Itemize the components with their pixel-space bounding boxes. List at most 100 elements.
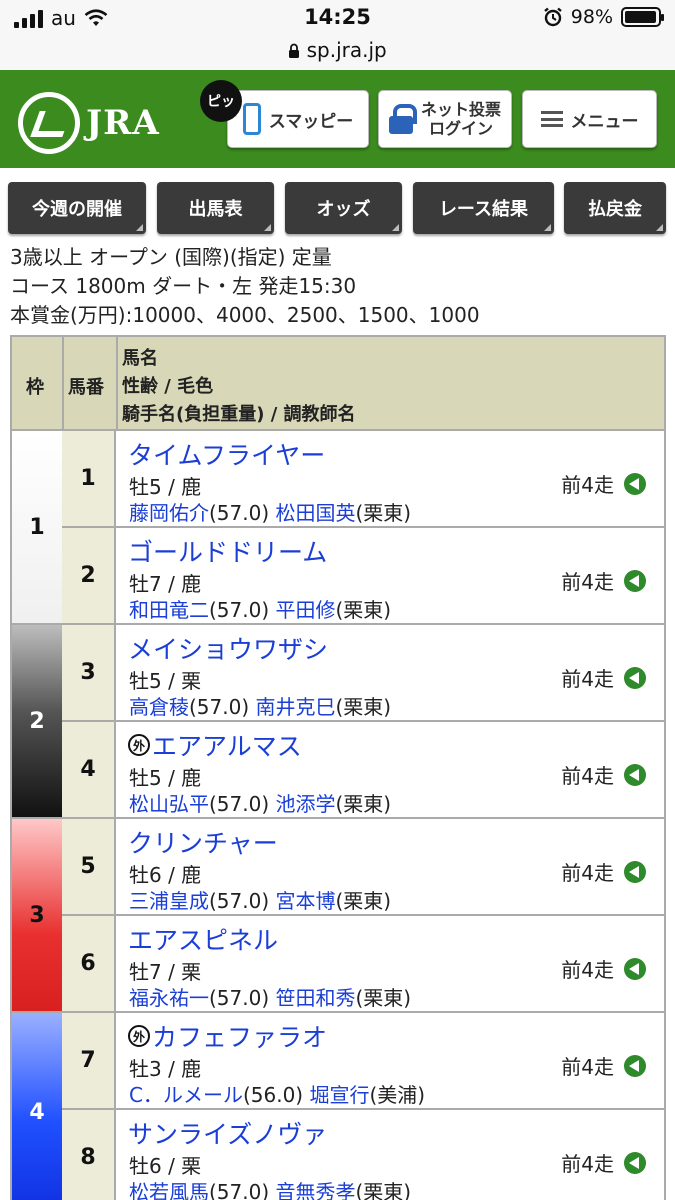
previous-races-button[interactable]: 前4走: [561, 1148, 646, 1177]
trainer-link[interactable]: 池添学: [276, 792, 336, 816]
horse-number: 8: [62, 1110, 116, 1200]
trainer-stable: (美浦): [369, 1083, 426, 1107]
previous-races-label: 前4走: [561, 473, 614, 497]
horse-number: 7: [62, 1013, 116, 1108]
jockey-trainer: 三浦皇成(57.0) 宮本博(栗東): [129, 885, 391, 914]
nav-payouts[interactable]: 払戻金: [564, 182, 666, 234]
frame-cell-3: 3: [10, 819, 64, 1013]
header-number: 馬番: [68, 377, 104, 398]
jockey-trainer: C．ルメール(56.0) 堀宣行(美浦): [129, 1079, 425, 1108]
login-label-line2: ログイン: [428, 119, 493, 138]
jockey-trainer: 福永祐一(57.0) 笹田和秀(栗東): [129, 982, 411, 1011]
arrow-left-circle-icon: [624, 1151, 646, 1174]
jra-logo[interactable]: JRA: [18, 92, 160, 154]
horse-name-link[interactable]: 外エアアルマス: [128, 727, 302, 763]
horse-name: サンライズノヴァ: [128, 1120, 328, 1149]
site-header: JRA ピッ スマッピー ネット投票 ログイン メニュー: [0, 70, 675, 168]
jockey-link[interactable]: 松若風馬: [129, 1180, 209, 1200]
trainer-stable: (栗東): [355, 986, 412, 1010]
jockey-link[interactable]: 和田竜二: [129, 598, 209, 622]
alarm-icon: [543, 7, 562, 27]
horse-name-link[interactable]: サンライズノヴァ: [128, 1115, 327, 1151]
trainer-link[interactable]: 笹田和秀: [276, 986, 356, 1010]
horse-name-link[interactable]: ゴールドドリーム: [128, 533, 327, 569]
horse-name: ゴールドドリーム: [128, 538, 328, 567]
jockey-link[interactable]: 三浦皇成: [129, 889, 209, 913]
previous-races-label: 前4走: [561, 570, 614, 594]
previous-races-button[interactable]: 前4走: [561, 1051, 646, 1080]
table-row: 2 ゴールドドリーム 牡7 / 鹿 和田竜二(57.0) 平田修(栗東) 前4走: [62, 528, 666, 625]
lock-icon: [289, 43, 300, 58]
previous-races-button[interactable]: 前4走: [561, 760, 646, 789]
jockey-weight: (57.0): [189, 695, 250, 719]
previous-races-button[interactable]: 前4走: [561, 663, 646, 692]
horse-number: 6: [62, 916, 116, 1011]
menu-label: メニュー: [570, 111, 639, 132]
menu-button[interactable]: メニュー: [522, 90, 657, 148]
jockey-link[interactable]: 藤岡佑介: [129, 501, 209, 525]
table-row: 7 外カフェファラオ 牡3 / 鹿 C．ルメール(56.0) 堀宣行(美浦) 前…: [62, 1013, 666, 1110]
sex-age-color: 牡7 / 栗: [129, 960, 202, 984]
arrow-left-circle-icon: [624, 472, 646, 495]
padlock-icon: [388, 104, 417, 134]
net-login-button[interactable]: ネット投票 ログイン: [378, 90, 512, 148]
sex-age-color: 牡6 / 栗: [129, 1154, 202, 1178]
arrow-left-circle-icon: [624, 569, 646, 592]
address-bar[interactable]: sp.jra.jp: [0, 38, 675, 62]
horse-name-link[interactable]: メイショウワザシ: [128, 630, 328, 666]
previous-races-button[interactable]: 前4走: [561, 954, 646, 983]
trainer-stable: (栗東): [335, 792, 392, 816]
jockey-link[interactable]: 松山弘平: [129, 792, 209, 816]
hamburger-icon: [540, 111, 563, 127]
table-row: 5 クリンチャー 牡6 / 鹿 三浦皇成(57.0) 宮本博(栗東) 前4走: [62, 819, 666, 916]
trainer-link[interactable]: 松田国英: [276, 501, 356, 525]
login-label-line1: ネット投票: [420, 99, 501, 119]
previous-races-label: 前4走: [561, 958, 614, 982]
jockey-trainer: 松山弘平(57.0) 池添学(栗東): [129, 788, 391, 817]
previous-races-label: 前4走: [561, 1152, 614, 1176]
nav-entries[interactable]: 出馬表: [157, 182, 274, 234]
nav-odds[interactable]: オッズ: [285, 182, 402, 234]
previous-races-button[interactable]: 前4走: [561, 469, 646, 498]
jockey-link[interactable]: 高倉稜: [129, 695, 189, 719]
sex-age-color: 牡5 / 栗: [129, 669, 202, 693]
jockey-weight: (57.0): [209, 501, 270, 525]
table-header: 枠 馬番 馬名 性齢 / 毛色 騎手名(負担重量) / 調教師名: [10, 335, 666, 431]
table-row: 6 エアスピネル 牡7 / 栗 福永祐一(57.0) 笹田和秀(栗東) 前4走: [62, 916, 666, 1013]
previous-races-button[interactable]: 前4走: [561, 566, 646, 595]
horse-name-link[interactable]: エアスピネル: [128, 921, 278, 957]
jockey-trainer: 和田竜二(57.0) 平田修(栗東): [129, 594, 391, 623]
horse-name-link[interactable]: 外カフェファラオ: [128, 1018, 327, 1054]
jockey-weight: (56.0): [242, 1083, 304, 1107]
jockey-weight: (57.0): [209, 792, 270, 816]
trainer-link[interactable]: 堀宣行: [309, 1083, 369, 1107]
previous-races-label: 前4走: [561, 764, 614, 788]
horse-name: カフェファラオ: [152, 1023, 328, 1052]
horse-number: 3: [62, 625, 116, 720]
trainer-link[interactable]: 音無秀孝: [276, 1180, 356, 1200]
arrow-left-circle-icon: [624, 957, 646, 980]
trainer-link[interactable]: 平田修: [276, 598, 336, 622]
nav-this-week[interactable]: 今週の開催: [8, 182, 146, 234]
nav-results[interactable]: レース結果: [413, 182, 554, 234]
previous-races-label: 前4走: [561, 1055, 614, 1079]
horse-name-link[interactable]: タイムフライヤー: [128, 436, 325, 472]
trainer-link[interactable]: 南井克巳: [256, 695, 336, 719]
jockey-link[interactable]: C．ルメール: [129, 1083, 243, 1107]
smappy-button[interactable]: スマッピー: [227, 90, 369, 148]
horse-name-link[interactable]: クリンチャー: [128, 824, 278, 860]
horse-name: エアスピネル: [128, 926, 279, 955]
frame-cell-1: 1: [10, 431, 64, 625]
sex-age-color: 牡7 / 鹿: [129, 572, 202, 596]
jockey-trainer: 高倉稜(57.0) 南井克巳(栗東): [129, 691, 391, 720]
previous-races-button[interactable]: 前4走: [561, 857, 646, 886]
arrow-left-circle-icon: [624, 666, 646, 689]
trainer-link[interactable]: 宮本博: [276, 889, 336, 913]
foreign-trained-badge: 外: [128, 1025, 150, 1047]
jockey-trainer: 松若風馬(57.0) 音無秀孝(栗東): [129, 1176, 411, 1200]
horse-name: クリンチャー: [128, 829, 278, 858]
battery-percent: 98%: [570, 6, 613, 28]
header-horse-name: 馬名: [122, 348, 158, 369]
jockey-link[interactable]: 福永祐一: [129, 986, 209, 1010]
sex-age-color: 牡6 / 鹿: [129, 863, 202, 887]
